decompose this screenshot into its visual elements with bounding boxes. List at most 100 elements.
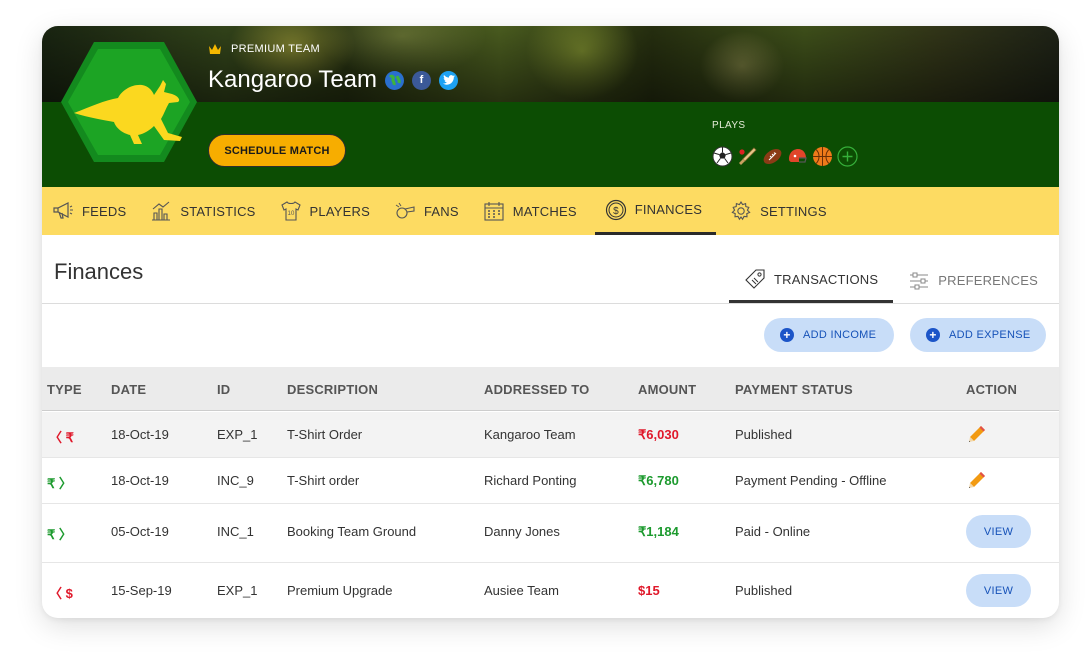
cell-id: INC_1 <box>217 524 254 539</box>
col-payment-status: PAYMENT STATUS <box>735 382 853 397</box>
plays-label: PLAYS <box>712 120 746 131</box>
finance-subtabs: TRANSACTIONS PREFERENCES <box>729 258 1053 303</box>
table-row[interactable]: ₹ 〉 05-Oct-19 INC_1 Booking Team Ground … <box>42 504 1059 563</box>
cell-amount: ₹6,780 <box>638 473 679 488</box>
schedule-match-button[interactable]: SCHEDULE MATCH <box>208 134 346 167</box>
tag-icon <box>745 269 765 289</box>
facebook-icon[interactable]: f <box>412 70 432 90</box>
add-expense-button[interactable]: + ADD EXPENSE <box>910 318 1046 352</box>
subtab-label: PREFERENCES <box>938 273 1038 288</box>
col-addressed-to: ADDRESSED TO <box>484 382 590 397</box>
cell-date: 18-Oct-19 <box>111 473 169 488</box>
tab-statistics[interactable]: STATISTICS <box>140 187 269 235</box>
chart-icon <box>152 201 171 221</box>
premium-label: PREMIUM TEAM <box>231 43 320 55</box>
add-income-label: ADD INCOME <box>803 329 877 341</box>
football-icon <box>712 146 733 167</box>
cell-id: INC_9 <box>217 473 254 488</box>
megaphone-icon <box>53 202 73 219</box>
table-row[interactable]: 〈 $ 15-Sep-19 EXP_1 Premium Upgrade Ausi… <box>42 563 1059 618</box>
tab-feeds[interactable]: FEEDS <box>42 187 140 235</box>
add-income-button[interactable]: + ADD INCOME <box>764 318 894 352</box>
type-income: ₹ 〉 <box>47 527 72 542</box>
cell-addressed-to: Ausiee Team <box>484 583 559 598</box>
tab-label: MATCHES <box>512 203 577 219</box>
table-row[interactable]: 〈 ₹ 18-Oct-19 EXP_1 T-Shirt Order Kangar… <box>42 412 1059 458</box>
col-description: DESCRIPTION <box>287 382 379 397</box>
add-expense-label: ADD EXPENSE <box>949 329 1031 341</box>
page-title: Finances <box>54 259 144 284</box>
team-name: Kangaroo Team <box>208 66 378 93</box>
cell-date: 18-Oct-19 <box>111 427 169 442</box>
cell-id: EXP_1 <box>217 427 258 442</box>
tab-label: FANS <box>423 203 459 219</box>
tab-fans[interactable]: FANS <box>384 187 473 235</box>
view-button[interactable]: VIEW <box>966 515 1031 548</box>
subtab-preferences[interactable]: PREFERENCES <box>893 258 1053 303</box>
cell-amount: $15 <box>638 583 660 598</box>
cricket-icon <box>739 147 757 165</box>
team-name-row: Kangaroo Team f <box>208 66 459 94</box>
calendar-icon <box>484 202 504 221</box>
cell-addressed-to: Danny Jones <box>484 524 560 539</box>
table-row[interactable]: ₹ 〉 18-Oct-19 INC_9 T-Shirt order Richar… <box>42 458 1059 504</box>
cell-id: EXP_1 <box>217 583 258 598</box>
section-divider <box>42 303 1059 304</box>
team-nav-tabs: FEEDS STATISTICS 10 PLAYERS FANS MATCHES… <box>42 187 1059 235</box>
subtab-transactions[interactable]: TRANSACTIONS <box>729 258 894 303</box>
tab-finances[interactable]: $ FINANCES <box>594 187 717 235</box>
cell-addressed-to: Kangaroo Team <box>484 427 576 442</box>
tab-label: FINANCES <box>634 202 703 217</box>
add-sport-icon[interactable] <box>837 146 858 167</box>
transactions-table-header: TYPE DATE ID DESCRIPTION ADDRESSED TO AM… <box>42 367 1059 411</box>
tab-matches[interactable]: MATCHES <box>473 187 591 235</box>
sliders-icon <box>910 272 929 289</box>
crown-icon <box>209 44 221 54</box>
cell-payment-status: Payment Pending - Offline <box>735 473 887 488</box>
cell-payment-status: Published <box>735 583 793 598</box>
tab-label: FEEDS <box>82 203 127 219</box>
view-button[interactable]: VIEW <box>966 574 1031 607</box>
col-type: TYPE <box>47 382 82 397</box>
svg-text:$: $ <box>613 206 619 217</box>
type-expense: 〈 ₹ <box>49 430 74 445</box>
cell-amount: ₹6,030 <box>638 427 679 442</box>
type-expense: 〈 $ <box>49 586 73 601</box>
col-id: ID <box>217 382 231 397</box>
whistle-icon <box>395 202 415 219</box>
cell-amount: ₹1,184 <box>638 524 679 539</box>
col-action: ACTION <box>966 382 1018 397</box>
sports-list <box>712 146 858 167</box>
team-card: PREMIUM TEAM Kangaroo Team f SCHEDULE MA… <box>42 26 1059 618</box>
edit-pencil-icon[interactable] <box>967 424 987 444</box>
plus-icon: + <box>926 328 940 342</box>
edit-pencil-icon[interactable] <box>967 470 987 490</box>
plus-icon: + <box>780 328 794 342</box>
twitter-icon[interactable] <box>439 70 459 90</box>
cell-description: T-Shirt order <box>287 473 360 488</box>
tab-players[interactable]: 10 PLAYERS <box>270 187 384 235</box>
helmet-icon <box>789 149 807 163</box>
cell-payment-status: Paid - Online <box>735 524 811 539</box>
gear-icon <box>731 200 751 221</box>
coin-icon: $ <box>605 199 626 220</box>
subtab-label: TRANSACTIONS <box>774 271 879 287</box>
tab-label: STATISTICS <box>180 203 256 219</box>
globe-icon[interactable] <box>385 70 405 90</box>
cell-date: 15-Sep-19 <box>111 583 172 598</box>
premium-badge: PREMIUM TEAM <box>208 43 320 55</box>
cell-description: T-Shirt Order <box>287 427 363 442</box>
cell-date: 05-Oct-19 <box>111 524 169 539</box>
col-date: DATE <box>111 382 147 397</box>
tab-settings[interactable]: SETTINGS <box>720 187 841 235</box>
svg-text:10: 10 <box>287 211 295 217</box>
team-logo-icon <box>61 42 197 162</box>
rugby-icon <box>763 148 782 165</box>
col-amount: AMOUNT <box>638 382 697 397</box>
cell-description: Booking Team Ground <box>287 524 417 539</box>
basketball-icon <box>813 147 832 166</box>
jersey-icon: 10 <box>280 201 301 221</box>
cell-addressed-to: Richard Ponting <box>484 473 577 488</box>
cell-description: Premium Upgrade <box>287 583 393 598</box>
cell-payment-status: Published <box>735 427 793 442</box>
